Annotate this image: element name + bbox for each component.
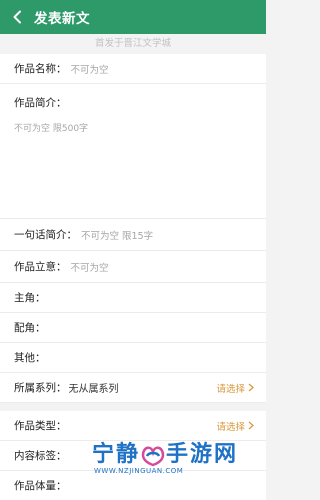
watermark-title: 宁静 手游网	[92, 436, 238, 468]
chevron-right-icon	[248, 421, 254, 430]
work-name-label: 作品名称：	[14, 63, 67, 75]
work-intro-field[interactable]: 作品简介： 不可为空 限500字	[0, 84, 266, 219]
series-label: 所属系列：	[14, 382, 67, 394]
one-line-intro-field[interactable]: 一句话简介： 不可为空 限15字	[0, 219, 266, 251]
work-theme-placeholder[interactable]: 不可为空	[71, 260, 109, 274]
section-divider	[0, 403, 266, 411]
page-title: 发表新文	[34, 11, 90, 27]
chevron-right-icon	[248, 383, 254, 392]
content-tags-label: 内容标签：	[14, 450, 67, 462]
lead-role-field[interactable]: 主角：	[0, 283, 266, 313]
watermark-text-left: 宁静	[92, 442, 141, 467]
one-line-intro-placeholder[interactable]: 不可为空 限15字	[81, 228, 153, 242]
watermark-logo-icon	[140, 443, 166, 467]
app-header: 发表新文	[0, 0, 266, 34]
support-role-field[interactable]: 配角：	[0, 313, 266, 343]
watermark-text-right: 手游网	[166, 442, 239, 467]
work-name-placeholder[interactable]: 不可为空	[71, 62, 109, 76]
work-type-label: 作品类型：	[14, 420, 67, 432]
publish-note: 首发于晋江文学城	[0, 34, 266, 54]
basic-info-section: 作品名称： 不可为空 作品简介： 不可为空 限500字 一句话简介： 不可为空 …	[0, 54, 266, 403]
lead-role-label: 主角：	[14, 292, 46, 304]
work-theme-field[interactable]: 作品立意： 不可为空	[0, 251, 266, 283]
series-select-button[interactable]: 请选择	[216, 381, 254, 395]
work-theme-label: 作品立意：	[14, 261, 67, 273]
series-select-label: 请选择	[216, 383, 245, 395]
watermark-url: WWW.NZJINGUAN.COM	[94, 467, 184, 475]
other-role-label: 其他：	[14, 352, 46, 364]
work-intro-placeholder[interactable]: 不可为空 限500字	[14, 121, 254, 134]
other-role-field[interactable]: 其他：	[0, 343, 266, 373]
support-role-label: 配角：	[14, 322, 46, 334]
work-type-select-button[interactable]: 请选择	[216, 419, 254, 433]
back-icon[interactable]	[10, 9, 26, 25]
work-intro-label: 作品简介：	[14, 97, 67, 109]
series-field[interactable]: 所属系列： 无从属系列 请选择	[0, 373, 266, 403]
site-watermark: 宁静 手游网 WWW.NZJINGUAN.COM	[92, 436, 242, 486]
work-length-label: 作品体量：	[14, 480, 67, 492]
work-type-select-label: 请选择	[216, 421, 245, 433]
work-name-field[interactable]: 作品名称： 不可为空	[0, 54, 266, 84]
one-line-intro-label: 一句话简介：	[14, 229, 77, 241]
series-value: 无从属系列	[68, 384, 119, 395]
